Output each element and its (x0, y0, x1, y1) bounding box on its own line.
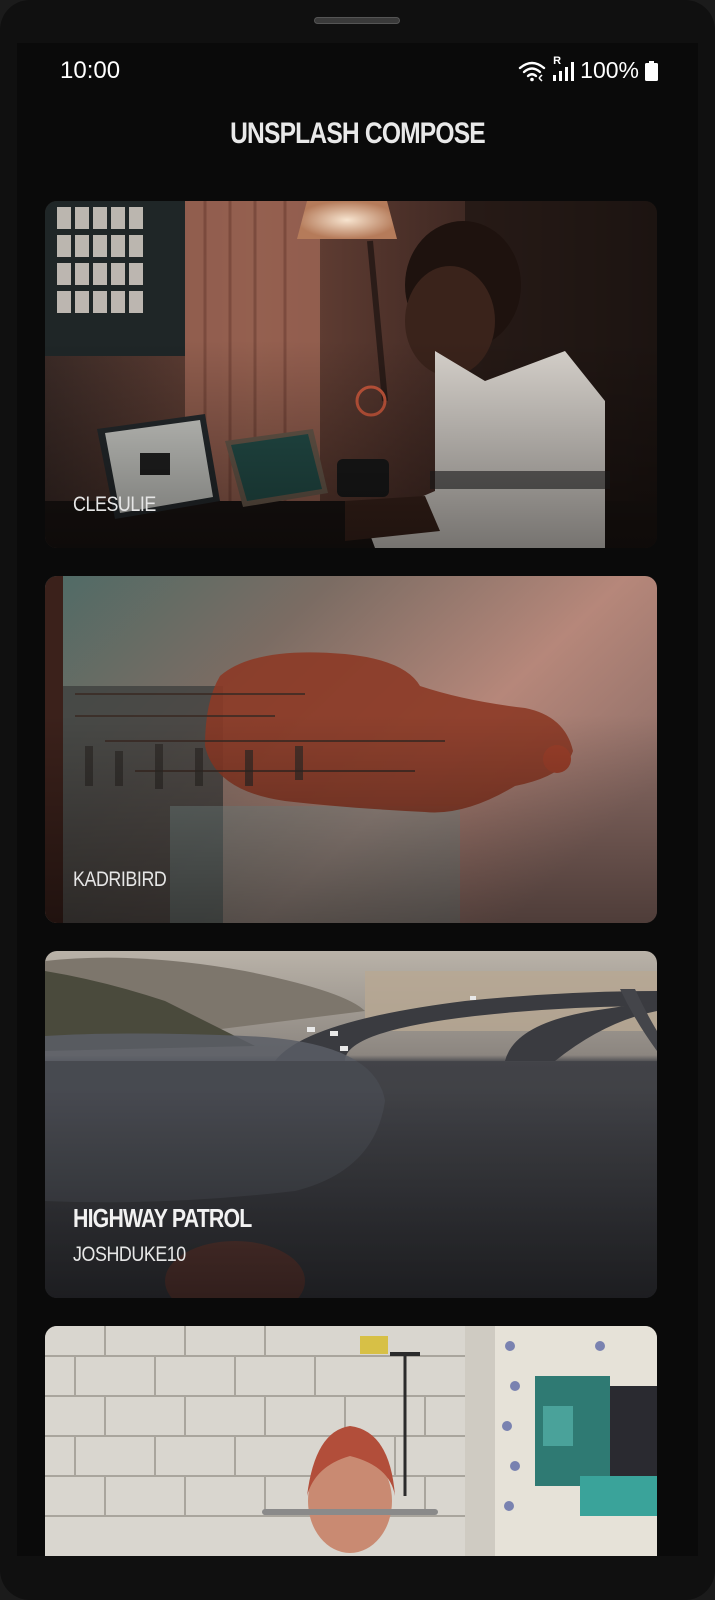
photo-author: CLESULIE (73, 493, 156, 516)
device-frame: 10:00 R 100% UNSPLASH COMPOSE CLESULIE K… (0, 0, 715, 1600)
earpiece-speaker (314, 17, 400, 24)
photo-card[interactable]: HIGHWAY PATROL JOSHDUKE10 (45, 951, 657, 1298)
photo-author: KADRIBIRD (73, 868, 167, 891)
app-title: UNSPLASH COMPOSE (230, 117, 486, 150)
wifi-icon (518, 60, 546, 82)
photo-image (45, 1326, 657, 1556)
battery-icon (645, 60, 658, 81)
photo-card[interactable]: KADRIBIRD (45, 576, 657, 923)
photo-card[interactable]: CLESULIE (45, 201, 657, 548)
photo-author: JOSHDUKE10 (73, 1243, 186, 1266)
roaming-label: R (553, 54, 562, 67)
status-icons: R 100% (518, 55, 658, 84)
screen: 10:00 R 100% UNSPLASH COMPOSE CLESULIE K… (17, 43, 698, 1556)
photo-card[interactable] (45, 1326, 657, 1556)
photo-title: HIGHWAY PATROL (73, 1203, 252, 1233)
signal-icon: R (552, 55, 575, 83)
home-indicator[interactable] (262, 1509, 438, 1515)
battery-percent: 100% (580, 57, 639, 83)
status-time: 10:00 (60, 57, 121, 84)
status-bar: 10:00 R 100% (17, 43, 698, 103)
